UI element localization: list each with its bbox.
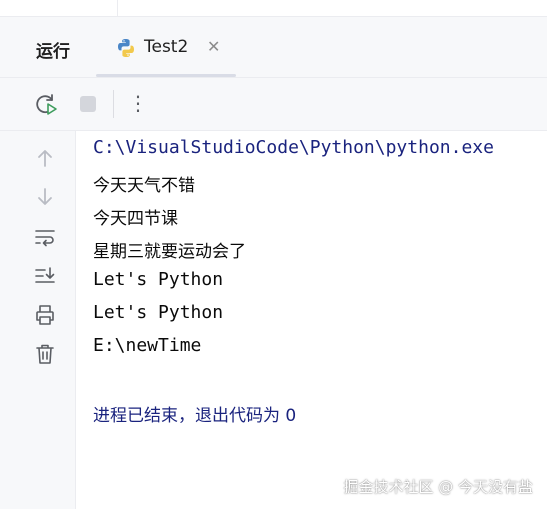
top-divider (117, 0, 118, 16)
tab-test2[interactable]: Test2 ✕ (96, 17, 236, 77)
console-output[interactable]: C:\VisualStudioCode\Python\python.exe 今天… (93, 131, 543, 509)
top-editor-strip (0, 0, 547, 17)
close-icon[interactable]: ✕ (207, 38, 220, 56)
run-toolbar: ⋮ (0, 78, 547, 131)
tab-title: Test2 (144, 37, 189, 57)
arrow-down-icon[interactable] (33, 185, 57, 209)
watermark: 掘金技术社区 @ 今天没有盐 (343, 478, 533, 496)
print-icon[interactable] (33, 303, 57, 327)
run-tab-bar: 运行 Test2 ✕ (0, 17, 547, 78)
console-line-python-path: C:\VisualStudioCode\Python\python.exe (93, 137, 494, 158)
python-icon (118, 39, 134, 57)
more-options-icon[interactable]: ⋮ (126, 91, 150, 115)
console-exit-message: 进程已结束，退出代码为 0 (93, 406, 297, 426)
active-tab-indicator (96, 74, 236, 77)
trash-icon[interactable] (33, 342, 57, 366)
console-line-cwd: E:\newTime (93, 335, 202, 356)
soft-wrap-icon[interactable] (33, 225, 57, 249)
rerun-icon[interactable] (34, 92, 58, 116)
arrow-up-icon[interactable] (33, 146, 57, 170)
console-line-classes: 今天四节课 (93, 209, 178, 229)
run-panel-title: 运行 (36, 42, 70, 62)
console-line-weather: 今天天气不错 (93, 176, 195, 196)
toolbar-separator (113, 90, 114, 118)
stop-icon[interactable] (76, 92, 100, 116)
console-line-lets-python-1: Let's Python (93, 269, 224, 290)
console-line-sports-day: 星期三就要运动会了 (93, 242, 246, 262)
console-line-lets-python-2: Let's Python (93, 302, 224, 323)
scroll-to-end-icon[interactable] (33, 264, 57, 288)
console-sidebar (0, 131, 76, 509)
